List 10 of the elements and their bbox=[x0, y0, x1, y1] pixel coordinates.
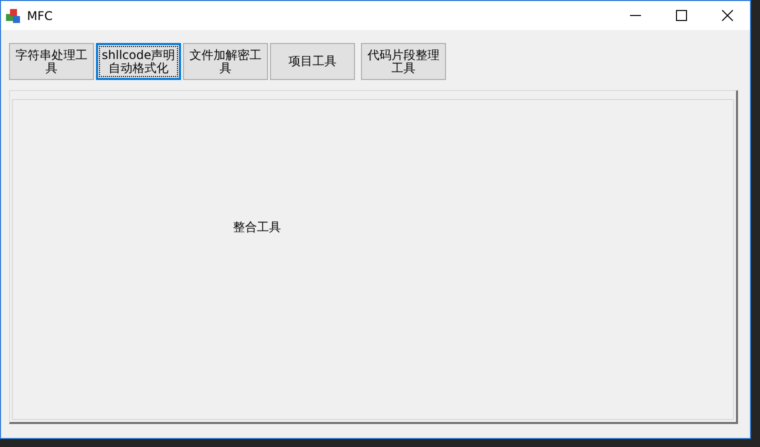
window-title: MFC bbox=[27, 8, 53, 22]
tool-button[interactable]: 文件加解密工具 bbox=[183, 43, 268, 80]
close-icon bbox=[722, 10, 732, 21]
tool-button[interactable]: shllcode声明自动格式化 bbox=[96, 43, 181, 80]
panel-label: 整合工具 bbox=[233, 220, 281, 234]
tool-button[interactable]: 字符串处理工具 bbox=[9, 43, 94, 80]
tool-button[interactable]: 项目工具 bbox=[270, 43, 355, 80]
tool-button[interactable]: 代码片段整理工具 bbox=[361, 43, 446, 80]
cubes-icon bbox=[5, 8, 21, 24]
maximize-icon bbox=[676, 10, 686, 21]
